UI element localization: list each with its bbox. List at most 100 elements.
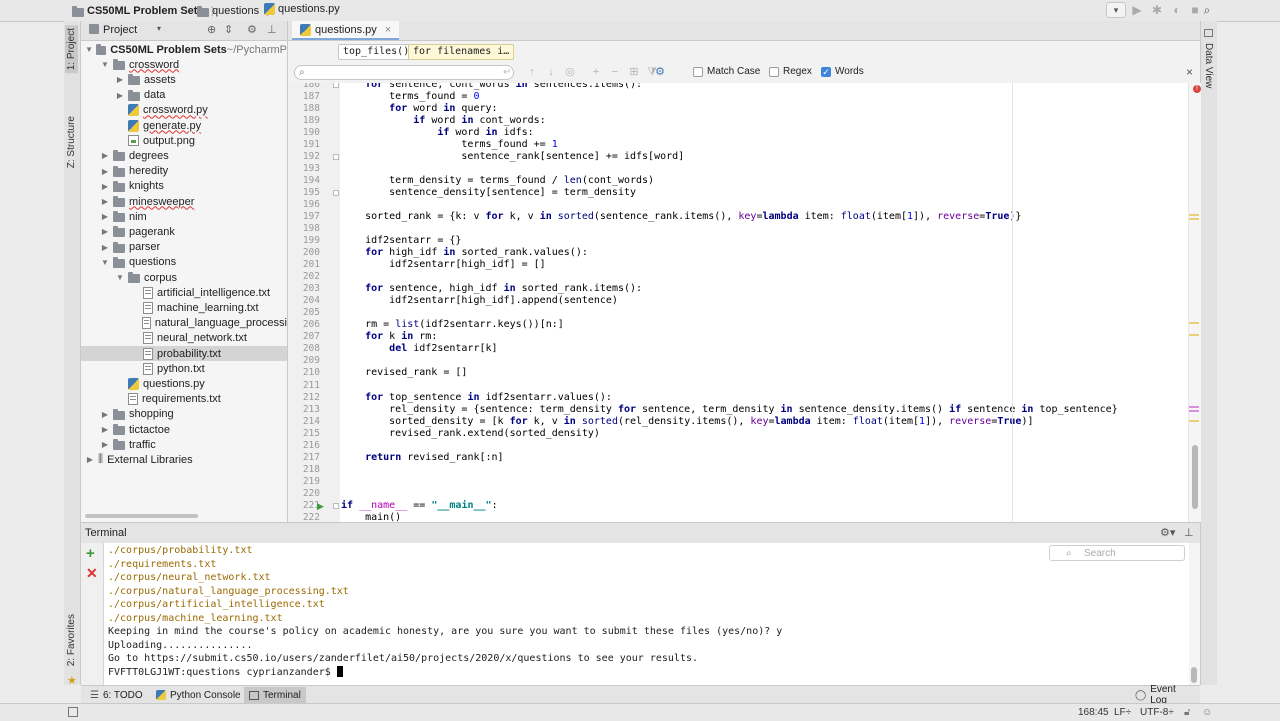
remove-selection-icon[interactable]: − bbox=[609, 66, 621, 78]
locate-icon[interactable]: ⊕ bbox=[207, 23, 216, 36]
cursor-position[interactable]: 168:45 bbox=[1078, 707, 1109, 718]
tree-item[interactable]: ▼ corpus bbox=[81, 270, 287, 285]
terminal-scroll-thumb[interactable] bbox=[1191, 667, 1197, 683]
match-case-box[interactable] bbox=[693, 66, 703, 77]
tree-item[interactable]: artificial_intelligence.txt bbox=[81, 285, 287, 300]
chevron-down-icon[interactable]: ▼ bbox=[115, 273, 125, 282]
gear-icon[interactable]: ⚙ bbox=[247, 23, 257, 36]
regex-checkbox[interactable]: Regex bbox=[769, 66, 812, 77]
error-indicator-icon[interactable]: ! bbox=[1193, 85, 1201, 93]
tree-item[interactable]: ▶ nim bbox=[81, 209, 287, 224]
run-icon[interactable]: ▶ bbox=[1129, 2, 1145, 18]
clear-search-icon[interactable]: ↵ bbox=[503, 66, 511, 79]
tree-item[interactable]: ▶ pagerank bbox=[81, 224, 287, 239]
editor-scrollbar[interactable]: ! bbox=[1188, 83, 1201, 522]
chevron-right-icon[interactable]: ▶ bbox=[100, 425, 110, 434]
fold-icon[interactable] bbox=[333, 83, 339, 88]
toggle-tool-windows-icon[interactable] bbox=[68, 707, 78, 717]
breadcrumb-file[interactable]: questions.py bbox=[264, 3, 340, 15]
chevron-right-icon[interactable]: ▶ bbox=[100, 151, 110, 160]
hide-panel-icon[interactable]: ⊥ bbox=[1184, 526, 1194, 539]
chevron-right-icon[interactable]: ▶ bbox=[100, 212, 110, 221]
favorites-tool-tab[interactable]: 2: Favorites bbox=[65, 611, 78, 669]
tree-item[interactable]: ▼ questions bbox=[81, 255, 287, 270]
inspector-icon[interactable]: ☺ bbox=[1202, 707, 1212, 718]
match-case-checkbox[interactable]: Match Case bbox=[693, 66, 760, 77]
chevron-right-icon[interactable]: ▶ bbox=[100, 243, 110, 252]
regex-box[interactable] bbox=[769, 66, 779, 77]
tree-item[interactable]: ▶ parser bbox=[81, 240, 287, 255]
chevron-right-icon[interactable]: ▶ bbox=[100, 410, 110, 419]
words-checkbox[interactable]: ✓ Words bbox=[821, 66, 864, 77]
terminal-scrollbar[interactable] bbox=[1189, 543, 1200, 685]
tree-item[interactable]: crossword.py bbox=[81, 103, 287, 118]
chevron-down-icon[interactable]: ▼ bbox=[100, 258, 110, 267]
tree-item[interactable]: ▼ CS50ML Problem Sets ~/PycharmP bbox=[81, 42, 287, 57]
debug-icon[interactable]: ✱ bbox=[1149, 2, 1165, 18]
select-all-occurrences-icon[interactable]: ⊞ bbox=[628, 66, 640, 78]
collapse-all-icon[interactable]: ⇕ bbox=[224, 23, 233, 36]
settings-icon[interactable]: ⚙ bbox=[654, 66, 666, 78]
tree-item[interactable]: ▶ knights bbox=[81, 179, 287, 194]
tree-item[interactable]: natural_language_processi bbox=[81, 316, 287, 331]
close-session-icon[interactable]: ✕ bbox=[86, 565, 98, 582]
line-separator[interactable]: LF÷ bbox=[1114, 707, 1131, 718]
words-box[interactable]: ✓ bbox=[821, 66, 831, 77]
chevron-right-icon[interactable]: ▶ bbox=[100, 182, 110, 191]
file-encoding[interactable]: UTF-8÷ bbox=[1140, 707, 1174, 718]
coverage-icon[interactable]: ◐ bbox=[1169, 2, 1185, 18]
tree-item[interactable]: questions.py bbox=[81, 376, 287, 391]
run-gutter-icon[interactable]: ▶ bbox=[317, 501, 324, 512]
find-input[interactable]: ⌕ ↵ bbox=[294, 65, 514, 80]
breadcrumb-loop[interactable]: for filenames i… bbox=[408, 44, 515, 60]
terminal-output[interactable]: ⌕ Search ./corpus/probability.txt ./requi… bbox=[104, 543, 1189, 685]
next-occurrence-icon[interactable]: ↓ bbox=[545, 66, 557, 78]
event-log-tool-button[interactable]: ◯ Event Log bbox=[1130, 684, 1200, 706]
horizontal-scrollbar[interactable] bbox=[85, 514, 198, 518]
data-view-tool-tab[interactable]: Data View bbox=[1203, 43, 1214, 88]
fold-icon[interactable] bbox=[333, 502, 339, 509]
tree-item[interactable]: ▶ assets bbox=[81, 72, 287, 87]
structure-tool-tab[interactable]: Z: Structure bbox=[65, 113, 78, 171]
terminal-search-input[interactable]: ⌕ Search bbox=[1049, 545, 1185, 561]
tree-item[interactable]: python.txt bbox=[81, 361, 287, 376]
chevron-down-icon[interactable]: ▼ bbox=[85, 45, 93, 54]
tree-item[interactable]: machine_learning.txt bbox=[81, 300, 287, 315]
tree-item[interactable]: ▶ shopping bbox=[81, 407, 287, 422]
lock-icon[interactable]: 🔓︎ bbox=[1184, 707, 1190, 718]
chevron-right-icon[interactable]: ▶ bbox=[100, 197, 110, 206]
find-all-icon[interactable]: ◎ bbox=[564, 66, 576, 78]
editor-scroll-thumb[interactable] bbox=[1192, 445, 1198, 509]
chevron-right-icon[interactable]: ▶ bbox=[85, 455, 95, 464]
tree-item[interactable]: ▶ data bbox=[81, 88, 287, 103]
tree-item[interactable]: ▶ heredity bbox=[81, 164, 287, 179]
chevron-right-icon[interactable]: ▶ bbox=[115, 75, 125, 84]
tree-item[interactable]: ▶ traffic bbox=[81, 437, 287, 452]
search-everywhere-icon[interactable]: ⌕ bbox=[1199, 2, 1215, 18]
project-tool-tab[interactable]: 1: Project bbox=[65, 25, 78, 74]
fold-icon[interactable] bbox=[333, 154, 339, 161]
chevron-right-icon[interactable]: ▶ bbox=[100, 167, 110, 176]
tree-item[interactable]: neural_network.txt bbox=[81, 331, 287, 346]
gear-icon[interactable]: ⚙▾ bbox=[1160, 526, 1175, 539]
todo-tool-button[interactable]: ☰ 6: TODO bbox=[85, 687, 148, 703]
tree-item[interactable]: generate.py bbox=[81, 118, 287, 133]
tree-item[interactable]: requirements.txt bbox=[81, 392, 287, 407]
tree-item[interactable]: ▶ tictactoe bbox=[81, 422, 287, 437]
previous-occurrence-icon[interactable]: ↑ bbox=[526, 66, 538, 78]
fold-icon[interactable] bbox=[333, 190, 339, 197]
code-editor[interactable]: for sentence, cont_words in sentences.it… bbox=[340, 83, 1188, 522]
close-icon[interactable]: × bbox=[385, 24, 391, 36]
close-find-icon[interactable]: × bbox=[1186, 65, 1193, 79]
project-view-label[interactable]: Project bbox=[103, 24, 137, 36]
run-config-dropdown[interactable]: ▾ bbox=[1106, 2, 1126, 18]
tree-item[interactable]: ▶ ⫼ External Libraries bbox=[81, 452, 287, 467]
tree-item[interactable]: ▶ degrees bbox=[81, 148, 287, 163]
tree-item[interactable]: probability.txt bbox=[81, 346, 287, 361]
chevron-right-icon[interactable]: ▶ bbox=[100, 440, 110, 449]
tab-questions-py[interactable]: questions.py × bbox=[292, 21, 400, 40]
tree-item[interactable]: ▼ crossword bbox=[81, 57, 287, 72]
python-console-tool-button[interactable]: Python Console bbox=[151, 687, 246, 703]
chevron-right-icon[interactable]: ▶ bbox=[115, 91, 125, 100]
chevron-right-icon[interactable]: ▶ bbox=[100, 227, 110, 236]
